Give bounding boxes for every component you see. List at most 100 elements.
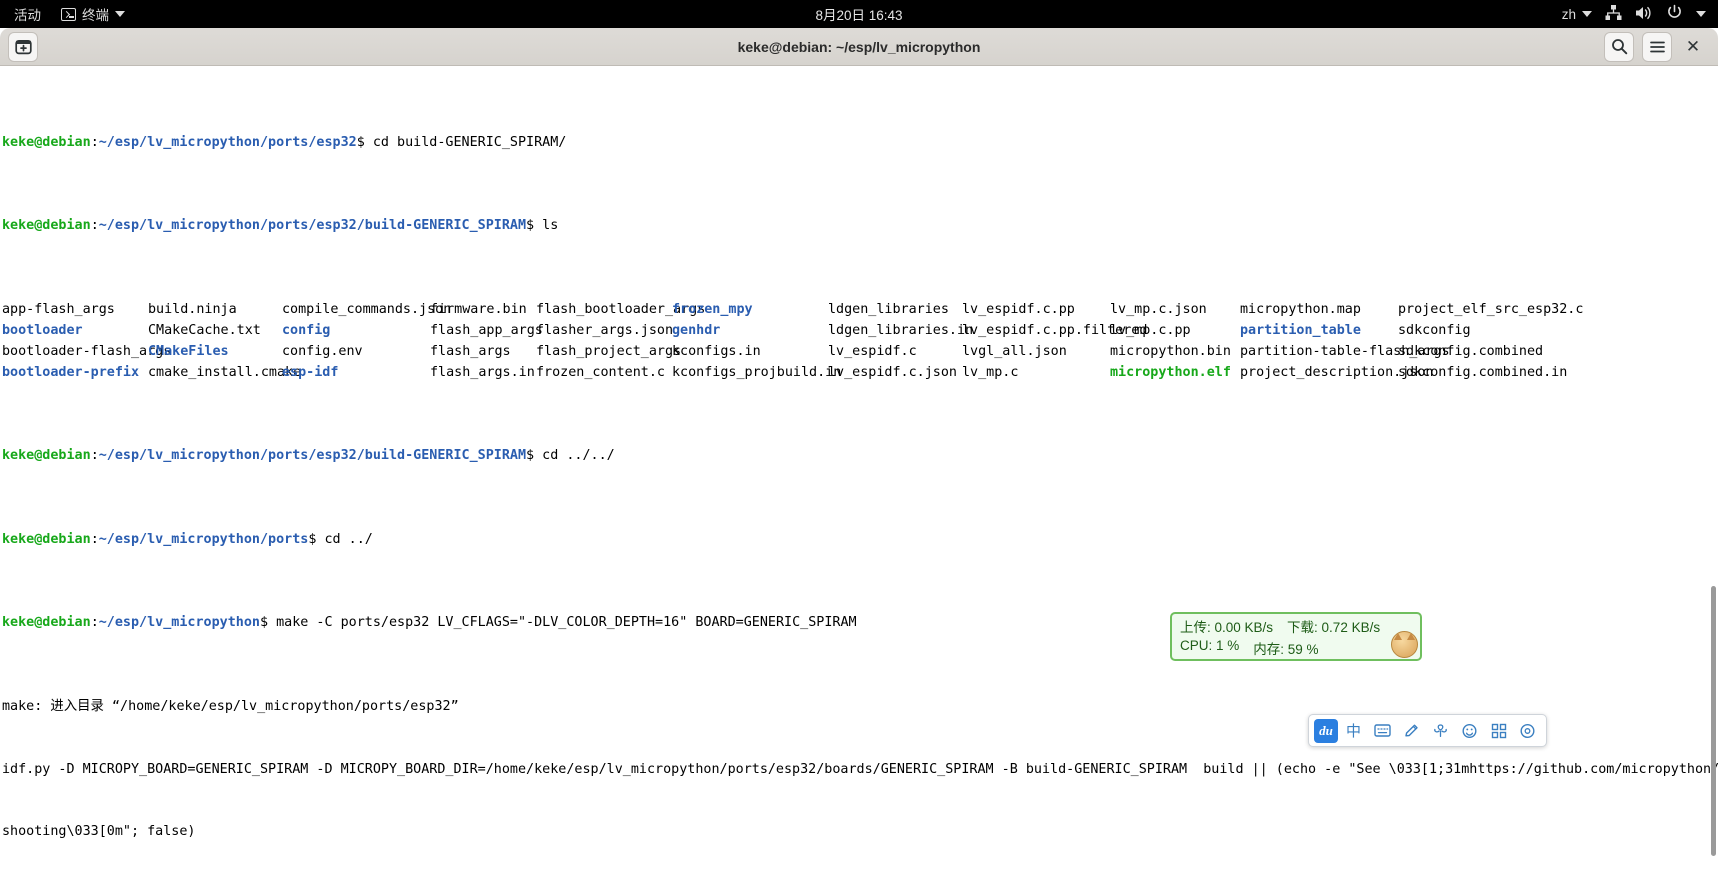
upload-speed: 上传: 0.00 KB/s [1180, 619, 1274, 635]
new-tab-icon [14, 39, 32, 54]
ls-entry: bootloader-prefix [2, 364, 140, 380]
prompt-user: keke@debian [2, 615, 91, 631]
ls-entry: config.env [282, 343, 363, 359]
prompt-user: keke@debian [2, 134, 91, 150]
ls-entry: kconfigs.in [672, 343, 761, 359]
language-label: zh [1561, 6, 1576, 22]
ls-entry: lv_mp.c [962, 364, 1019, 380]
network-icon[interactable] [1605, 5, 1622, 23]
ls-entry: lv_espidf.c [828, 343, 917, 359]
terminal-line-output: idf.py -D MICROPY_BOARD=GENERIC_SPIRAM -… [2, 761, 1718, 777]
settings-button[interactable] [1514, 717, 1541, 744]
ls-entry: build.ninja [148, 301, 237, 317]
ls-entry: bootloader [2, 322, 83, 338]
ls-entry: sdkconfig [1398, 322, 1471, 338]
emoji-button[interactable] [1427, 717, 1454, 744]
command-text: make -C ports/esp32 LV_CFLAGS="-DLV_COLO… [276, 615, 857, 631]
ls-entry: firmware.bin [430, 301, 527, 317]
terminal-line-prompt: keke@debian:~/esp/lv_micropython/ports$ … [2, 531, 373, 547]
ls-entry: app-flash_args [2, 301, 115, 317]
terminal-line-output: shooting\033[0m"; false) [2, 824, 196, 840]
network-monitor-widget[interactable]: 上传: 0.00 KB/s 下载: 0.72 KB/s CPU: 1 % 内存:… [1170, 612, 1422, 661]
terminal-line-prompt: keke@debian:~/esp/lv_micropython/ports/e… [2, 218, 559, 234]
keyboard-icon [1374, 724, 1391, 737]
command-text: cd build-GENERIC_SPIRAM/ [372, 134, 567, 150]
prompt-path: ~/esp/lv_micropython/ports/esp32/build-G… [98, 218, 527, 234]
prompt-path: ~/esp/lv_micropython/ports [98, 531, 309, 547]
gnome-top-bar: 活动 终端 8月20日 16:43 zh [0, 0, 1718, 28]
ls-entry: micropython.elf [1110, 364, 1231, 380]
ls-entry: flasher_args.json [536, 322, 674, 338]
power-icon[interactable] [1666, 4, 1683, 24]
new-tab-button[interactable] [8, 31, 38, 62]
activities-button[interactable]: 活动 [14, 4, 41, 24]
terminal-output[interactable]: keke@debian:~/esp/lv_micropython/ports/e… [0, 66, 1718, 878]
prompt-user: keke@debian [2, 218, 91, 234]
ls-entry: sdkconfig.combined [1398, 343, 1544, 359]
ls-entry: config [282, 322, 331, 338]
ls-row: bootloader-prefix cmake_install.cmake esp-… [2, 363, 1718, 384]
ls-entry: bootloader-flash_args [2, 343, 172, 359]
ls-entry: ldgen_libraries.in [828, 322, 974, 338]
close-icon: ✕ [1685, 36, 1701, 56]
input-mode-button[interactable]: 中 [1340, 717, 1367, 744]
baidu-ime-logo[interactable]: du [1314, 718, 1338, 743]
app-menu-button[interactable]: 终端 [61, 4, 125, 24]
cat-avatar-icon [1391, 631, 1418, 658]
pencil-icon [1405, 724, 1418, 736]
download-speed: 下载: 0.72 KB/s [1287, 619, 1381, 635]
ls-entry: frozen_content.c [536, 364, 665, 380]
ls-entry: kconfigs_projbuild.in [672, 364, 842, 380]
prompt-path: ~/esp/lv_micropython/ports/esp32/build-G… [98, 448, 527, 464]
ls-entry: project_elf_src_esp32.c [1398, 301, 1584, 317]
prompt-user: keke@debian [2, 448, 91, 464]
ls-entry: micropython.bin [1110, 343, 1231, 359]
ls-entry: flash_args [430, 343, 511, 359]
command-text: cd ../ [324, 531, 373, 547]
face-button[interactable] [1456, 717, 1483, 744]
ls-entry: CMakeFiles [148, 343, 229, 359]
smiley-icon [1462, 723, 1477, 738]
ls-row: bootloader CMakeCache.txt config flash_app_… [2, 321, 1718, 342]
keyboard-button[interactable] [1369, 717, 1396, 744]
prompt-path: ~/esp/lv_micropython/ports/esp32 [98, 134, 357, 150]
window-title-bar: keke@debian: ~/esp/lv_micropython ✕ [0, 28, 1718, 66]
search-icon [1611, 39, 1627, 55]
ls-entry: micropython.map [1240, 301, 1361, 317]
close-button[interactable]: ✕ [1680, 34, 1706, 60]
ls-entry: lv_espidf.c.pp [962, 301, 1075, 317]
cpu-usage: CPU: 1 % [1180, 637, 1240, 653]
ls-entry: CMakeCache.txt [148, 322, 261, 338]
handwriting-button[interactable] [1398, 717, 1425, 744]
terminal-icon [61, 7, 76, 21]
app-grid-button[interactable] [1485, 717, 1512, 744]
ls-entry: cmake_install.cmake [148, 364, 302, 380]
scrollbar-thumb[interactable] [1711, 586, 1716, 856]
ls-entry: frozen_mpy [672, 301, 753, 317]
window-title: keke@debian: ~/esp/lv_micropython [737, 38, 981, 55]
volume-icon[interactable] [1635, 5, 1653, 24]
search-button[interactable] [1604, 31, 1634, 62]
ls-entry: lv_mp.c.json [1110, 301, 1207, 317]
app-menu-label: 终端 [82, 8, 109, 23]
ls-entry: lvgl_all.json [962, 343, 1067, 359]
chevron-down-icon [115, 11, 125, 17]
grid-icon [1491, 723, 1506, 738]
command-text: ls [542, 218, 559, 234]
chevron-down-icon[interactable] [1696, 11, 1706, 17]
ls-entry: lv_espidf.c.json [828, 364, 957, 380]
language-indicator[interactable]: zh [1562, 7, 1592, 22]
clock[interactable]: 8月20日 16:43 [815, 4, 902, 24]
ls-output-grid: app-flash_args build.ninja compile_command… [2, 300, 1718, 384]
memory-usage: 内存: 59 % [1253, 641, 1319, 657]
ls-entry: flash_args.in [430, 364, 535, 380]
ls-entry: ldgen_libraries [828, 301, 949, 317]
ls-entry: flash_app_args [430, 322, 543, 338]
activities-label: 活动 [14, 8, 41, 23]
ime-toolbar[interactable]: du 中 [1308, 714, 1547, 747]
terminal-line-prompt: keke@debian:~/esp/lv_micropython/ports/e… [2, 134, 567, 150]
terminal-scrollbar[interactable] [1709, 66, 1718, 878]
ls-row: app-flash_args build.ninja compile_command… [2, 300, 1718, 321]
menu-button[interactable] [1642, 31, 1672, 62]
flower-icon [1434, 723, 1447, 737]
